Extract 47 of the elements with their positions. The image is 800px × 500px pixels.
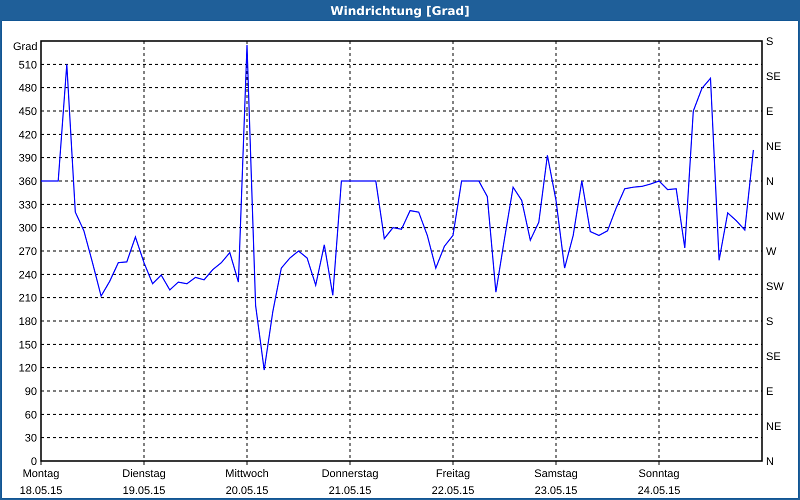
date-label: 21.05.15 (328, 485, 372, 497)
direction-label: E (766, 386, 774, 398)
date-label: 18.05.15 (20, 485, 62, 497)
y-axis-label: 150 (18, 339, 37, 352)
y-axis-label: 420 (18, 129, 37, 142)
day-label: Samstag (534, 468, 578, 480)
y-axis-label: 510 (18, 59, 37, 72)
direction-label: E (766, 106, 774, 118)
day-label: Mittwoch (225, 468, 269, 480)
y-axis-label: 0 (30, 456, 37, 468)
y-axis-label: 450 (18, 106, 37, 118)
y-axis-label: 30 (24, 432, 37, 445)
day-label: Freitag (436, 468, 470, 480)
direction-label: W (766, 246, 776, 258)
window-title: Windrichtung [Grad] (329, 2, 471, 20)
direction-label: S (766, 36, 774, 48)
y-axis-label: 90 (24, 386, 37, 398)
day-label: Donnerstag (322, 468, 378, 480)
direction-label: NE (766, 141, 782, 153)
y-axis-label: 360 (18, 176, 37, 188)
y-axis-label: 480 (18, 82, 37, 95)
y-axis-label: 240 (18, 269, 37, 282)
direction-label: SW (766, 281, 784, 293)
y-axis-label: 270 (18, 246, 37, 258)
direction-label: NE (766, 421, 782, 433)
day-label: Dienstag (122, 468, 166, 480)
date-label: 24.05.15 (638, 485, 680, 497)
date-label: 20.05.15 (226, 485, 268, 497)
y-axis-title: Grad (13, 41, 38, 53)
direction-label: N (766, 456, 774, 468)
y-axis-label: 180 (18, 316, 37, 328)
y-axis-label: 300 (18, 222, 37, 235)
y-axis-label: 390 (18, 152, 37, 165)
day-label: Sonntag (638, 468, 680, 480)
day-label: Montag (22, 468, 60, 480)
y-axis-label: 60 (24, 409, 37, 422)
direction-label: N (766, 176, 774, 188)
direction-label: SE (766, 71, 781, 83)
y-axis-label: 120 (18, 362, 37, 375)
date-label: 22.05.15 (432, 485, 474, 497)
date-label: 19.05.15 (122, 485, 166, 497)
direction-label: NW (766, 211, 784, 223)
y-axis-label: 210 (18, 292, 37, 305)
direction-label: SE (766, 351, 781, 363)
direction-label: S (766, 316, 774, 328)
date-label: 23.05.15 (534, 485, 578, 497)
y-axis-label: 330 (18, 199, 37, 212)
